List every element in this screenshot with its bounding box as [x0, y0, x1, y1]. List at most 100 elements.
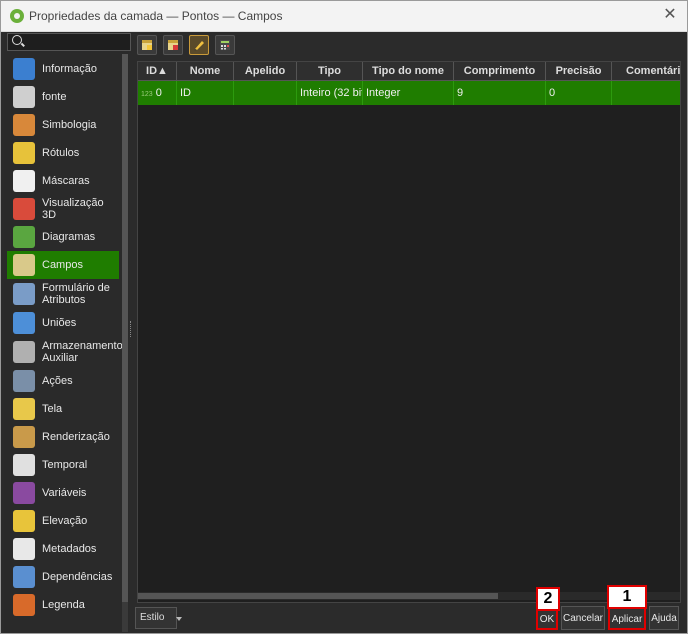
sidebar-item-label: Campos	[42, 259, 83, 271]
sidebar-item-label: Máscaras	[42, 175, 90, 187]
cancel-button[interactable]: Cancelar	[561, 606, 605, 630]
sidebar-item-armazenamento-auxiliar[interactable]: Armazenamento Auxiliar	[7, 337, 123, 367]
cell-id-value: 0	[155, 87, 162, 99]
info-icon	[13, 58, 35, 80]
splitter-handle[interactable]	[130, 321, 134, 337]
symbology-icon	[13, 114, 35, 136]
window-title: Propriedades da camada — Pontos — Campos	[29, 9, 283, 23]
field-calculator-button[interactable]	[215, 35, 235, 55]
table-header: ID▲ Nome Apelido Tipo Tipo do nome Compr…	[138, 62, 680, 81]
actions-gear-icon	[13, 370, 35, 392]
delete-field-button[interactable]	[163, 35, 183, 55]
rendering-brush-icon	[13, 426, 35, 448]
sidebar-item-legenda[interactable]: Legenda	[7, 591, 119, 619]
diagrams-icon	[13, 226, 35, 248]
cell-apelido[interactable]	[234, 81, 297, 105]
elevation-icon	[13, 510, 35, 532]
source-icon	[13, 86, 35, 108]
display-tooltip-icon	[13, 398, 35, 420]
new-field-icon	[142, 40, 152, 50]
qgis-logo-icon	[10, 9, 24, 23]
sidebar-item-label: Elevação	[42, 515, 88, 527]
sidebar-item-label: Simbologia	[42, 119, 97, 131]
toggle-editing-button[interactable]	[189, 35, 209, 55]
new-field-button[interactable]	[137, 35, 157, 55]
joins-icon	[13, 312, 35, 334]
table-row[interactable]: 123 0 ID Inteiro (32 bit) Integer 9 0	[138, 81, 680, 105]
temporal-clock-icon	[13, 454, 35, 476]
sidebar-item-metadados[interactable]: Metadados	[7, 535, 119, 563]
cell-tipo[interactable]: Inteiro (32 bit)	[297, 81, 363, 105]
legend-icon	[13, 594, 35, 616]
layer-properties-window: Propriedades da camada — Pontos — Campos…	[0, 0, 688, 634]
cell-comprimento[interactable]: 9	[454, 81, 546, 105]
cell-tipo-do-nome[interactable]: Integer	[363, 81, 454, 105]
sidebar-item-label: Tela	[42, 403, 63, 415]
column-header-nome[interactable]: Nome	[177, 62, 234, 80]
table-scrollbar-thumb[interactable]	[138, 593, 498, 599]
style-dropdown[interactable]: Estilo	[135, 607, 182, 629]
integer-type-icon: 123	[141, 91, 153, 98]
sidebar-item-variaveis[interactable]: Variáveis	[7, 479, 119, 507]
pencil-edit-icon	[194, 41, 204, 51]
auxiliary-storage-icon	[13, 341, 35, 363]
sidebar-item-label: Informação	[42, 63, 98, 75]
column-header-apelido[interactable]: Apelido	[234, 62, 297, 80]
cell-id[interactable]: 123 0	[138, 81, 177, 105]
sidebar-item-label: Ações	[42, 375, 73, 387]
help-button[interactable]: Ajuda	[649, 606, 679, 630]
sidebar-item-simbologia[interactable]: Simbologia	[7, 111, 119, 139]
sidebar-item-tela[interactable]: Tela	[7, 395, 119, 423]
sidebar-item-dependencias[interactable]: Dependências	[7, 563, 119, 591]
sidebar-item-campos[interactable]: Campos	[7, 251, 119, 279]
column-header-comentario[interactable]: Comentário	[612, 62, 680, 80]
sidebar: Informação fonte Simbologia Rótulos Máscaras…	[4, 32, 131, 633]
sidebar-item-label: Uniões	[42, 317, 77, 329]
sidebar-scrollbar-thumb[interactable]	[122, 54, 128, 602]
search-icon	[12, 35, 22, 45]
labels-icon	[13, 142, 35, 164]
sidebar-item-label: Visualização 3D	[42, 197, 104, 221]
calculator-icon	[220, 40, 230, 50]
sidebar-item-unioes[interactable]: Uniões	[7, 309, 119, 337]
sidebar-item-renderizacao[interactable]: Renderização	[7, 423, 119, 451]
sidebar-item-diagramas[interactable]: Diagramas	[7, 223, 119, 251]
sidebar-item-mascaras[interactable]: Máscaras	[7, 167, 119, 195]
column-header-tipo[interactable]: Tipo	[297, 62, 363, 80]
sidebar-item-label: Renderização	[42, 431, 110, 443]
fields-table: ID▲ Nome Apelido Tipo Tipo do nome Compr…	[137, 61, 681, 603]
sidebar-item-label: Armazenamento Auxiliar	[42, 340, 123, 364]
dialog-button-bar: Estilo OK Cancelar Aplicar Ajuda	[133, 605, 685, 631]
cube-3d-icon	[13, 198, 35, 220]
sidebar-item-label: Legenda	[42, 599, 85, 611]
cell-precisao[interactable]: 0	[546, 81, 612, 105]
sidebar-item-visualizacao-3d[interactable]: Visualização 3D	[7, 195, 119, 223]
sidebar-item-fonte[interactable]: fonte	[7, 83, 119, 111]
sidebar-item-elevacao[interactable]: Elevação	[7, 507, 119, 535]
dependencies-icon	[13, 566, 35, 588]
sidebar-item-formulario-de-atributos[interactable]: Formulário de Atributos	[7, 279, 119, 309]
sidebar-item-label: Metadados	[42, 543, 97, 555]
sidebar-item-temporal[interactable]: Temporal	[7, 451, 119, 479]
sidebar-scrollbar[interactable]	[122, 54, 128, 632]
close-icon[interactable]: ✕	[661, 6, 679, 24]
column-header-id[interactable]: ID▲	[138, 62, 177, 80]
cell-comentario[interactable]	[612, 81, 680, 105]
sidebar-item-label: Variáveis	[42, 487, 87, 499]
table-horizontal-scrollbar[interactable]	[138, 592, 680, 600]
attribute-form-icon	[13, 283, 35, 305]
annotation-badge-ok: 2	[536, 587, 560, 611]
column-header-precisao[interactable]: Precisão	[546, 62, 612, 80]
sidebar-item-informacao[interactable]: Informação	[7, 55, 119, 83]
sidebar-item-acoes[interactable]: Ações	[7, 367, 119, 395]
search-input[interactable]	[7, 33, 131, 51]
sidebar-item-rotulos[interactable]: Rótulos	[7, 139, 119, 167]
sidebar-item-label: Dependências	[42, 571, 113, 583]
column-header-tipo-do-nome[interactable]: Tipo do nome	[363, 62, 454, 80]
cell-nome[interactable]: ID	[177, 81, 234, 105]
delete-field-icon	[168, 40, 178, 50]
annotation-badge-apply: 1	[607, 585, 647, 609]
sidebar-item-label: fonte	[42, 91, 67, 103]
apply-button[interactable]: Aplicar	[608, 606, 646, 630]
column-header-comprimento[interactable]: Comprimento	[454, 62, 546, 80]
